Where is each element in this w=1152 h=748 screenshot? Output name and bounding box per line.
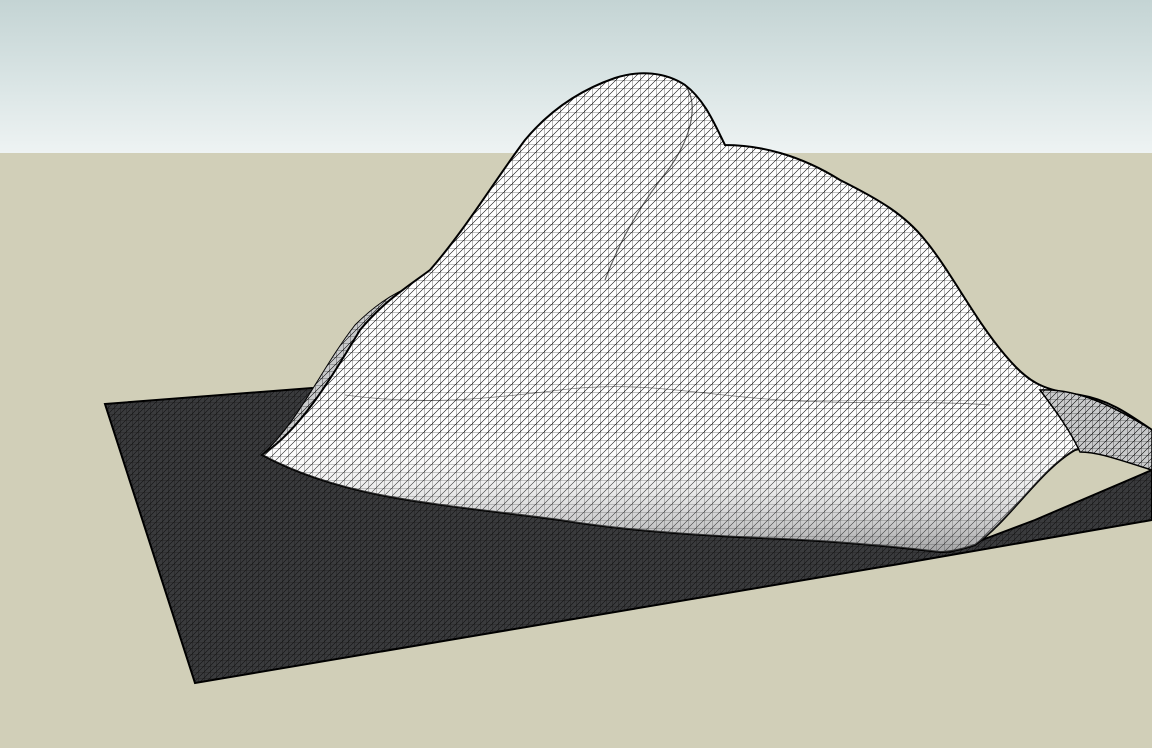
- model-viewport[interactable]: [0, 0, 1152, 748]
- terrain-scene[interactable]: [0, 0, 1152, 748]
- terrain-slope-shading: [262, 73, 1152, 553]
